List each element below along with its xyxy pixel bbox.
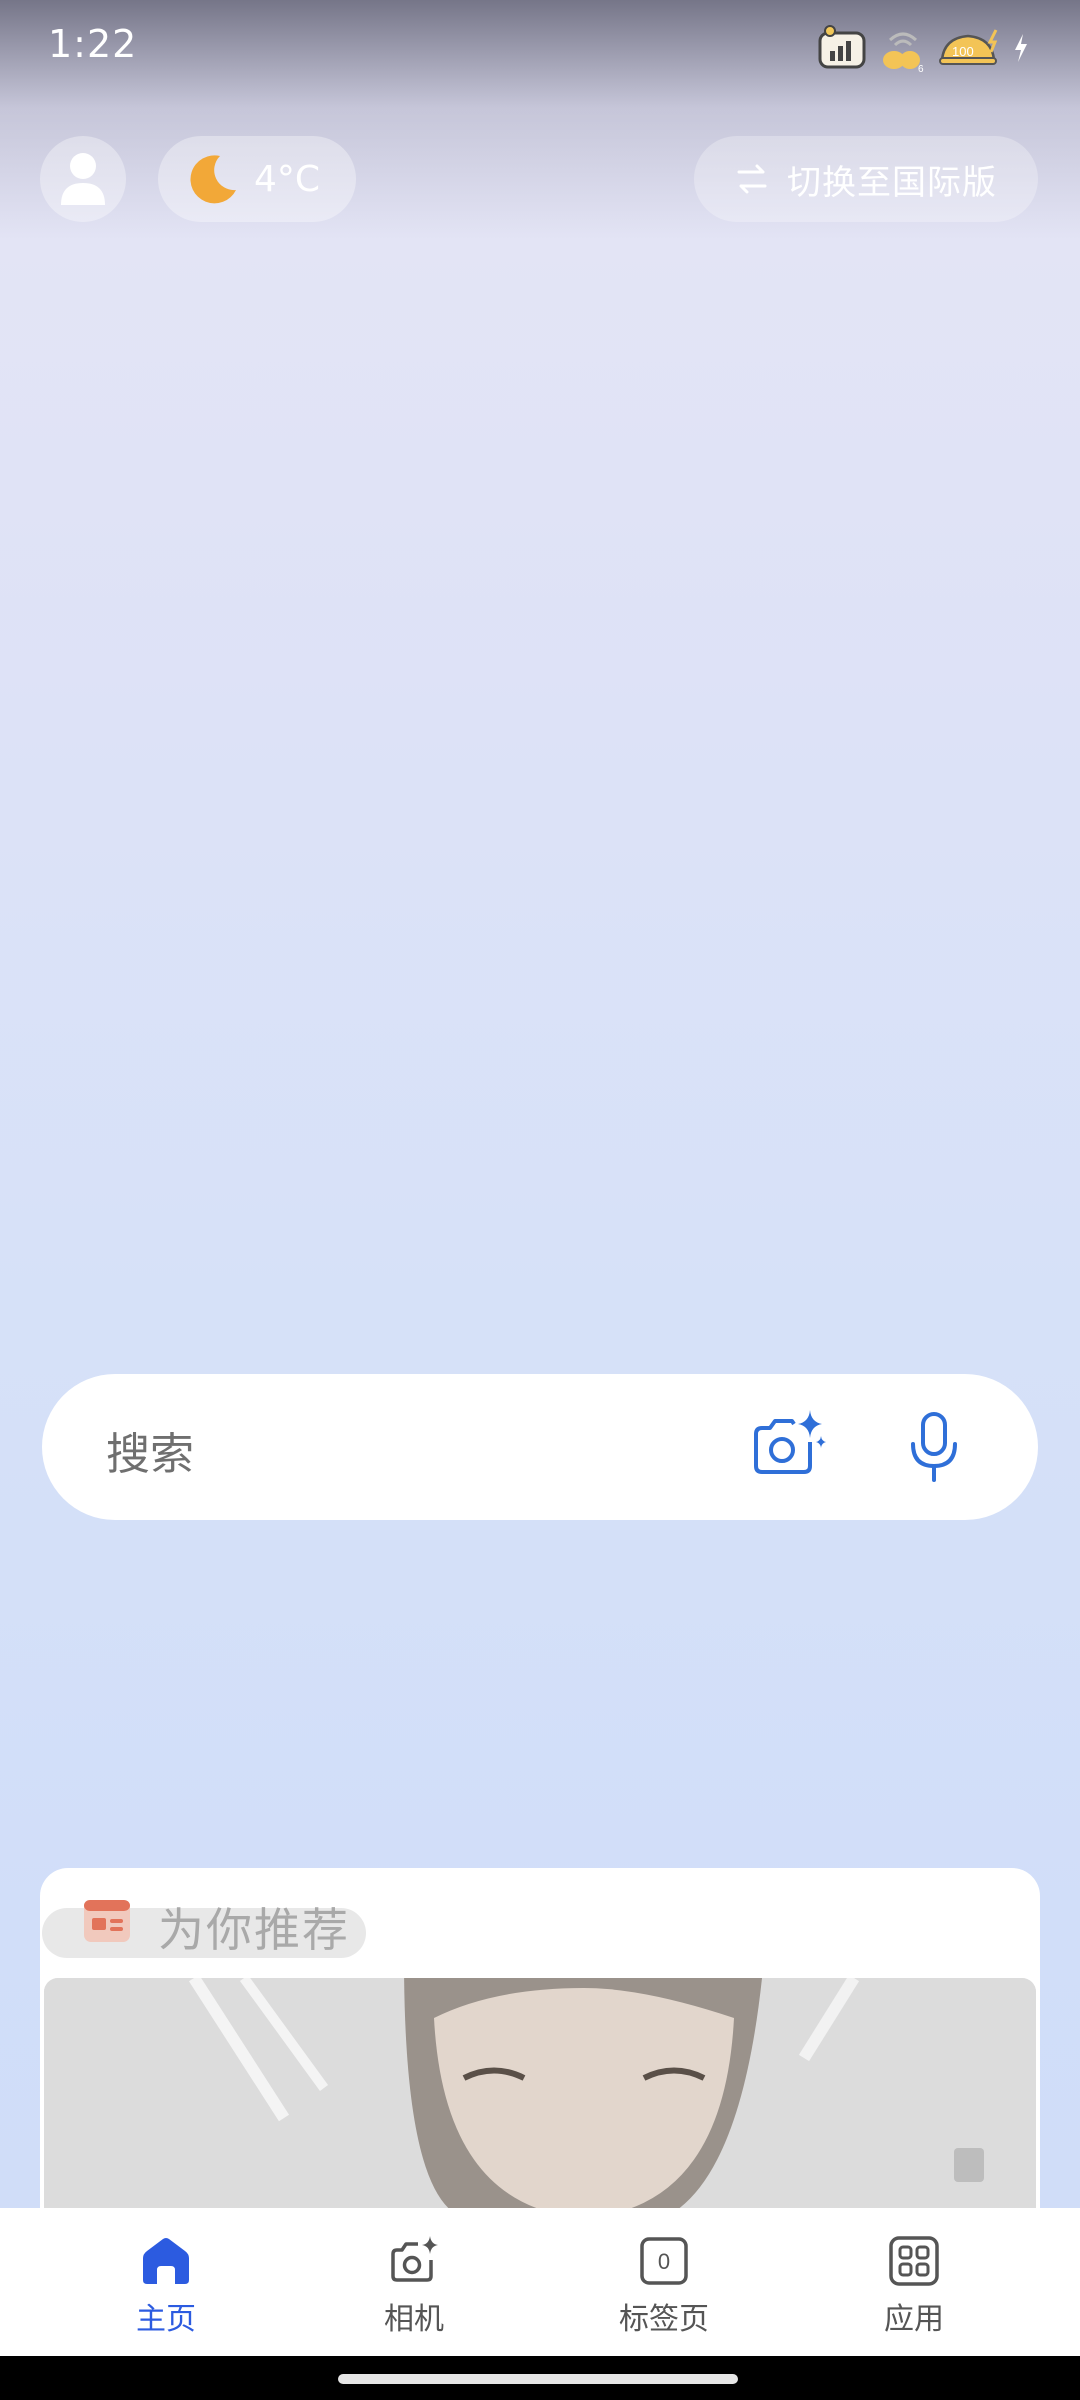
system-gesture-area [0,2356,1080,2400]
home-icon [143,2238,189,2284]
recommendation-card[interactable]: 为你推荐 [40,1868,1040,2208]
bottom-navigation: 主页 相机 0 标签页 应用 [0,2208,1080,2356]
nav-home[interactable]: 主页 [86,2234,246,2344]
voice-search-button[interactable] [904,1408,964,1488]
moon-icon [190,155,236,204]
nav-apps-label: 应用 [884,2302,944,2337]
search-bar[interactable]: 搜索 [42,1374,1038,1520]
svg-text:6: 6 [918,64,924,74]
nav-home-label: 主页 [136,2302,196,2337]
home-gesture-bar[interactable] [338,2374,738,2384]
recommendation-title: 为你推荐 [158,1903,350,1957]
nav-camera[interactable]: 相机 [334,2234,494,2344]
visual-search-button[interactable] [748,1406,828,1486]
status-time: 1:22 [48,22,138,66]
swap-arrows-icon [737,164,767,194]
recommendation-thumbnail[interactable] [44,1978,1036,2208]
apps-grid-icon [889,2236,939,2286]
nav-apps[interactable]: 应用 [834,2234,994,2344]
search-input[interactable]: 搜索 [106,1418,194,1482]
signal-icon [818,25,866,69]
camera-sparkle-icon [754,1410,826,1474]
avatar-icon [61,153,105,205]
charging-icon [1015,34,1027,62]
switch-international-button[interactable]: 切换至国际版 [694,136,1038,222]
tab-count: 0 [658,2249,670,2274]
tabs-icon: 0 [640,2237,688,2285]
switch-international-label: 切换至国际版 [787,162,997,203]
thumbnail-photo [44,1978,1036,2208]
news-feed-icon [84,1900,130,1942]
nav-camera-label: 相机 [384,2302,444,2337]
svg-text:100: 100 [952,44,974,59]
camera-icon [391,2236,438,2282]
battery-icon: 100 [939,29,998,65]
weather-temperature: 4°C [254,158,321,200]
profile-button[interactable] [40,136,126,222]
weather-widget[interactable]: 4°C [158,136,356,222]
nav-tabs-label: 标签页 [619,2302,709,2337]
wifi-icon: 6 [883,32,924,74]
status-icons: 6 100 [818,20,1030,76]
nav-tabs[interactable]: 0 标签页 [584,2234,744,2344]
microphone-icon [911,1412,957,1482]
